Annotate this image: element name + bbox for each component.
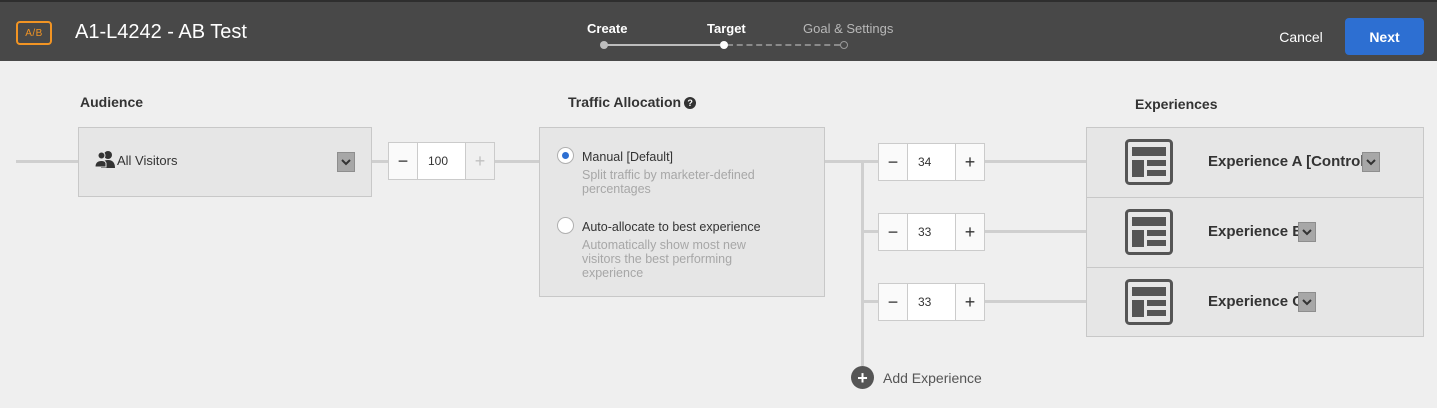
add-experience-label: Add Experience [883,369,982,386]
connector-line [825,160,879,163]
chevron-down-icon [1302,228,1312,235]
audience-heading: Audience [80,94,144,110]
decrement-button[interactable]: − [879,144,908,180]
experience-row-a[interactable]: Experience A [Control] [1087,128,1423,198]
connector-line [861,160,864,366]
help-icon[interactable]: ? [684,97,697,109]
connector-line [985,160,1086,163]
connector-line [372,160,389,163]
experience-row-b[interactable]: Experience B [1087,198,1423,268]
top-bar: A/B A1-L4242 - AB Test Create Target Goa… [0,0,1437,61]
connector-line [985,230,1086,233]
decrement-button[interactable]: − [389,143,418,179]
experience-b-allocation-stepper[interactable]: − 33 + [878,213,985,251]
progress-line-complete [604,44,720,46]
step-goal-settings[interactable]: Goal & Settings [803,21,893,36]
connector-line [495,160,539,163]
connector-line [16,160,78,163]
audience-dropdown-button[interactable] [337,152,355,172]
add-experience-button[interactable]: + Add Experience [851,366,982,389]
manual-radio[interactable] [557,147,574,164]
step-target-dot [720,41,728,49]
experience-a-dropdown-button[interactable] [1362,152,1380,172]
manual-option-label[interactable]: Manual [Default] [582,150,673,164]
allocation-value[interactable]: 33 [908,284,955,320]
step-goal-dot [840,41,848,49]
experience-name[interactable]: Experience A [Control] [1208,153,1369,170]
experience-row-c[interactable]: Experience C [1087,268,1423,338]
allocation-value[interactable]: 33 [908,214,955,250]
auto-allocate-radio[interactable] [557,217,574,234]
users-icon [95,151,115,168]
chevron-down-icon [341,158,351,165]
chevron-down-icon [1302,298,1312,305]
step-target[interactable]: Target [707,21,746,36]
experiences-panel: Experience A [Control] Experience B Expe… [1086,127,1424,337]
ab-test-badge: A/B [16,21,52,45]
manual-option-description: Split traffic by marketer-defined percen… [582,168,755,196]
step-create[interactable]: Create [587,21,627,36]
activity-title: A1-L4242 - AB Test [75,21,247,43]
auto-allocate-option-description: Automatically show most new visitors the… [582,238,746,280]
experience-c-dropdown-button[interactable] [1298,292,1316,312]
experience-a-allocation-stepper[interactable]: − 34 + [878,143,985,181]
connector-line [861,300,879,303]
step-create-dot [600,41,608,49]
experiences-heading: Experiences [1135,96,1218,112]
audience-selector[interactable]: All Visitors [78,127,372,197]
traffic-allocation-heading: Traffic Allocation? [568,94,697,110]
audience-allocation-stepper[interactable]: − 100 + [388,142,495,180]
increment-button[interactable]: + [955,284,984,320]
traffic-allocation-panel: Manual [Default] Split traffic by market… [539,127,825,297]
auto-allocate-option-label[interactable]: Auto-allocate to best experience [582,220,761,234]
connector-line [861,230,879,233]
connector-line [985,300,1086,303]
layout-icon [1125,279,1173,325]
cancel-button[interactable]: Cancel [1270,24,1332,50]
allocation-value[interactable]: 34 [908,144,955,180]
audience-name: All Visitors [117,153,178,168]
layout-icon [1125,139,1173,185]
increment-button[interactable]: + [955,214,984,250]
traffic-allocation-heading-text: Traffic Allocation [568,94,682,110]
allocation-value[interactable]: 100 [418,143,465,179]
increment-button[interactable]: + [955,144,984,180]
progress-line-pending [727,44,840,46]
next-button[interactable]: Next [1345,18,1424,55]
decrement-button[interactable]: − [879,214,908,250]
layout-icon [1125,209,1173,255]
experience-b-dropdown-button[interactable] [1298,222,1316,242]
experience-name[interactable]: Experience C [1208,293,1303,310]
plus-circle-icon: + [851,366,874,389]
experience-c-allocation-stepper[interactable]: − 33 + [878,283,985,321]
increment-button[interactable]: + [465,143,494,179]
decrement-button[interactable]: − [879,284,908,320]
chevron-down-icon [1366,158,1376,165]
experience-name[interactable]: Experience B [1208,223,1303,240]
